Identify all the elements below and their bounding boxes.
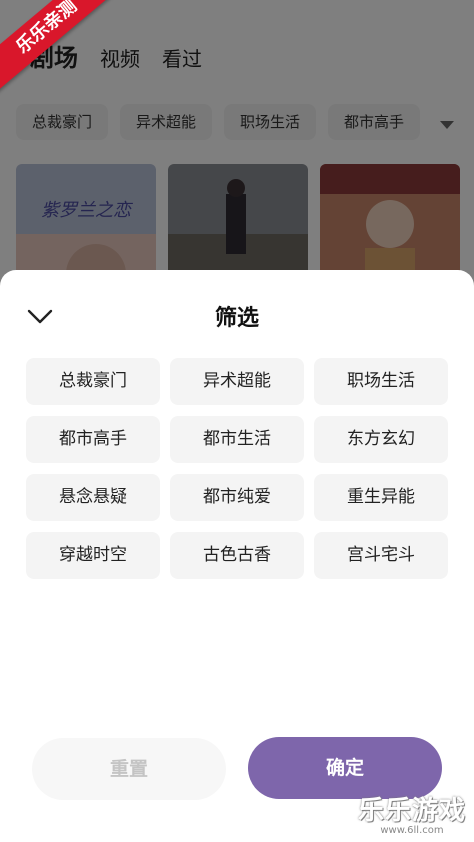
filter-tag[interactable]: 都市生活 <box>170 416 304 463</box>
filter-tag[interactable]: 职场生活 <box>314 358 448 405</box>
filter-tag[interactable]: 穿越时空 <box>26 532 160 579</box>
watermark-brand: 乐乐游戏 <box>357 796 466 826</box>
filter-tag[interactable]: 都市纯爱 <box>170 474 304 521</box>
filter-tag[interactable]: 总裁豪门 <box>26 358 160 405</box>
filter-tag[interactable]: 异术超能 <box>170 358 304 405</box>
watermark: 乐乐游戏 www.6ll.com <box>358 790 466 836</box>
filter-tag[interactable]: 古色古香 <box>170 532 304 579</box>
sheet-header: 筛选 <box>0 300 474 331</box>
tag-grid: 总裁豪门 异术超能 职场生活 都市高手 都市生活 东方玄幻 悬念悬疑 都市纯爱 … <box>26 358 448 579</box>
filter-tag[interactable]: 宫斗宅斗 <box>314 532 448 579</box>
filter-tag[interactable]: 悬念悬疑 <box>26 474 160 521</box>
filter-tag[interactable]: 东方玄幻 <box>314 416 448 463</box>
filter-tag[interactable]: 重生异能 <box>314 474 448 521</box>
reset-button[interactable]: 重置 <box>32 738 226 800</box>
filter-tag[interactable]: 都市高手 <box>26 416 160 463</box>
filter-sheet: 筛选 总裁豪门 异术超能 职场生活 都市高手 都市生活 东方玄幻 悬念悬疑 都市… <box>0 270 474 842</box>
sheet-title: 筛选 <box>214 306 259 331</box>
